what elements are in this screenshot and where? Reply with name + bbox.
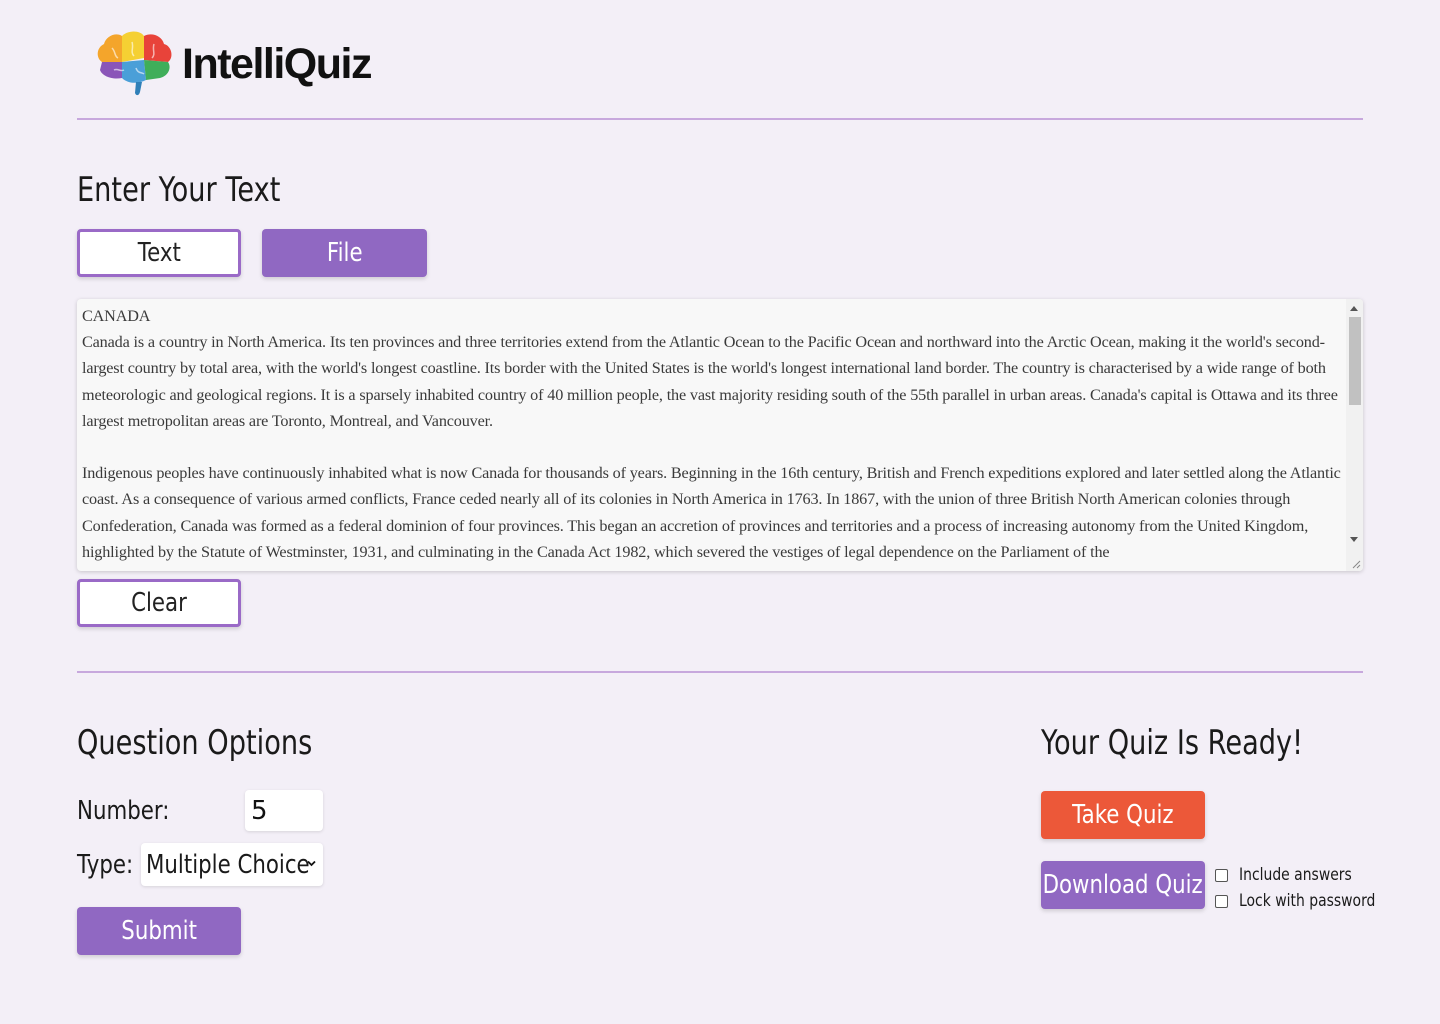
header-divider — [77, 118, 1363, 120]
page: IntelliQuiz Enter Your Text Text File CA… — [0, 0, 1440, 1024]
take-quiz-button[interactable]: Take Quiz — [1041, 791, 1205, 839]
brain-logo-icon — [97, 31, 172, 96]
submit-button[interactable]: Submit — [77, 907, 241, 955]
tab-text[interactable]: Text — [77, 229, 241, 277]
submit-button-label: Submit — [121, 916, 197, 946]
scroll-down-arrow-icon[interactable] — [1350, 537, 1358, 542]
enter-text-heading: Enter Your Text — [77, 170, 281, 210]
number-label: Number: — [77, 796, 170, 826]
question-options-heading: Question Options — [77, 723, 313, 763]
take-quiz-label: Take Quiz — [1072, 800, 1174, 830]
scroll-up-arrow-icon[interactable] — [1350, 306, 1358, 311]
download-quiz-label: Download Quiz — [1042, 870, 1204, 900]
download-quiz-button[interactable]: Download Quiz — [1041, 861, 1205, 909]
type-select[interactable]: Multiple Choice — [141, 843, 323, 886]
number-input[interactable]: 5 — [245, 790, 323, 831]
section-divider — [77, 671, 1363, 673]
include-answers-label: Include answers — [1239, 865, 1352, 885]
tab-text-label: Text — [137, 238, 181, 268]
lock-password-checkbox[interactable] — [1215, 894, 1228, 908]
quiz-ready-heading: Your Quiz Is Ready! — [1041, 723, 1304, 763]
text-input-area[interactable]: CANADA Canada is a country in North Amer… — [77, 299, 1363, 571]
tab-file[interactable]: File — [262, 229, 427, 277]
include-answers-checkbox[interactable] — [1215, 868, 1228, 882]
app-header: IntelliQuiz — [92, 28, 372, 100]
type-select-value: Multiple Choice — [146, 849, 310, 880]
clear-button[interactable]: Clear — [77, 579, 241, 627]
number-input-value: 5 — [251, 795, 268, 826]
scroll-thumb[interactable] — [1349, 317, 1361, 405]
text-paragraph: CANADA Canada is a country in North Amer… — [82, 307, 1338, 430]
clear-button-label: Clear — [131, 588, 187, 618]
type-label: Type: — [77, 850, 134, 880]
lock-password-label: Lock with password — [1239, 891, 1376, 911]
tab-file-label: File — [326, 238, 363, 268]
chevron-down-icon — [307, 860, 316, 867]
resize-grip-icon[interactable] — [1351, 559, 1361, 569]
app-title: IntelliQuiz — [182, 39, 372, 88]
lock-password-option[interactable]: Lock with password — [1215, 891, 1405, 911]
textarea-scrollbar[interactable] — [1346, 299, 1363, 571]
text-paragraph: Indigenous peoples have continuously inh… — [82, 464, 1341, 561]
include-answers-option[interactable]: Include answers — [1215, 865, 1377, 885]
text-input-content: CANADA Canada is a country in North Amer… — [82, 303, 1344, 571]
